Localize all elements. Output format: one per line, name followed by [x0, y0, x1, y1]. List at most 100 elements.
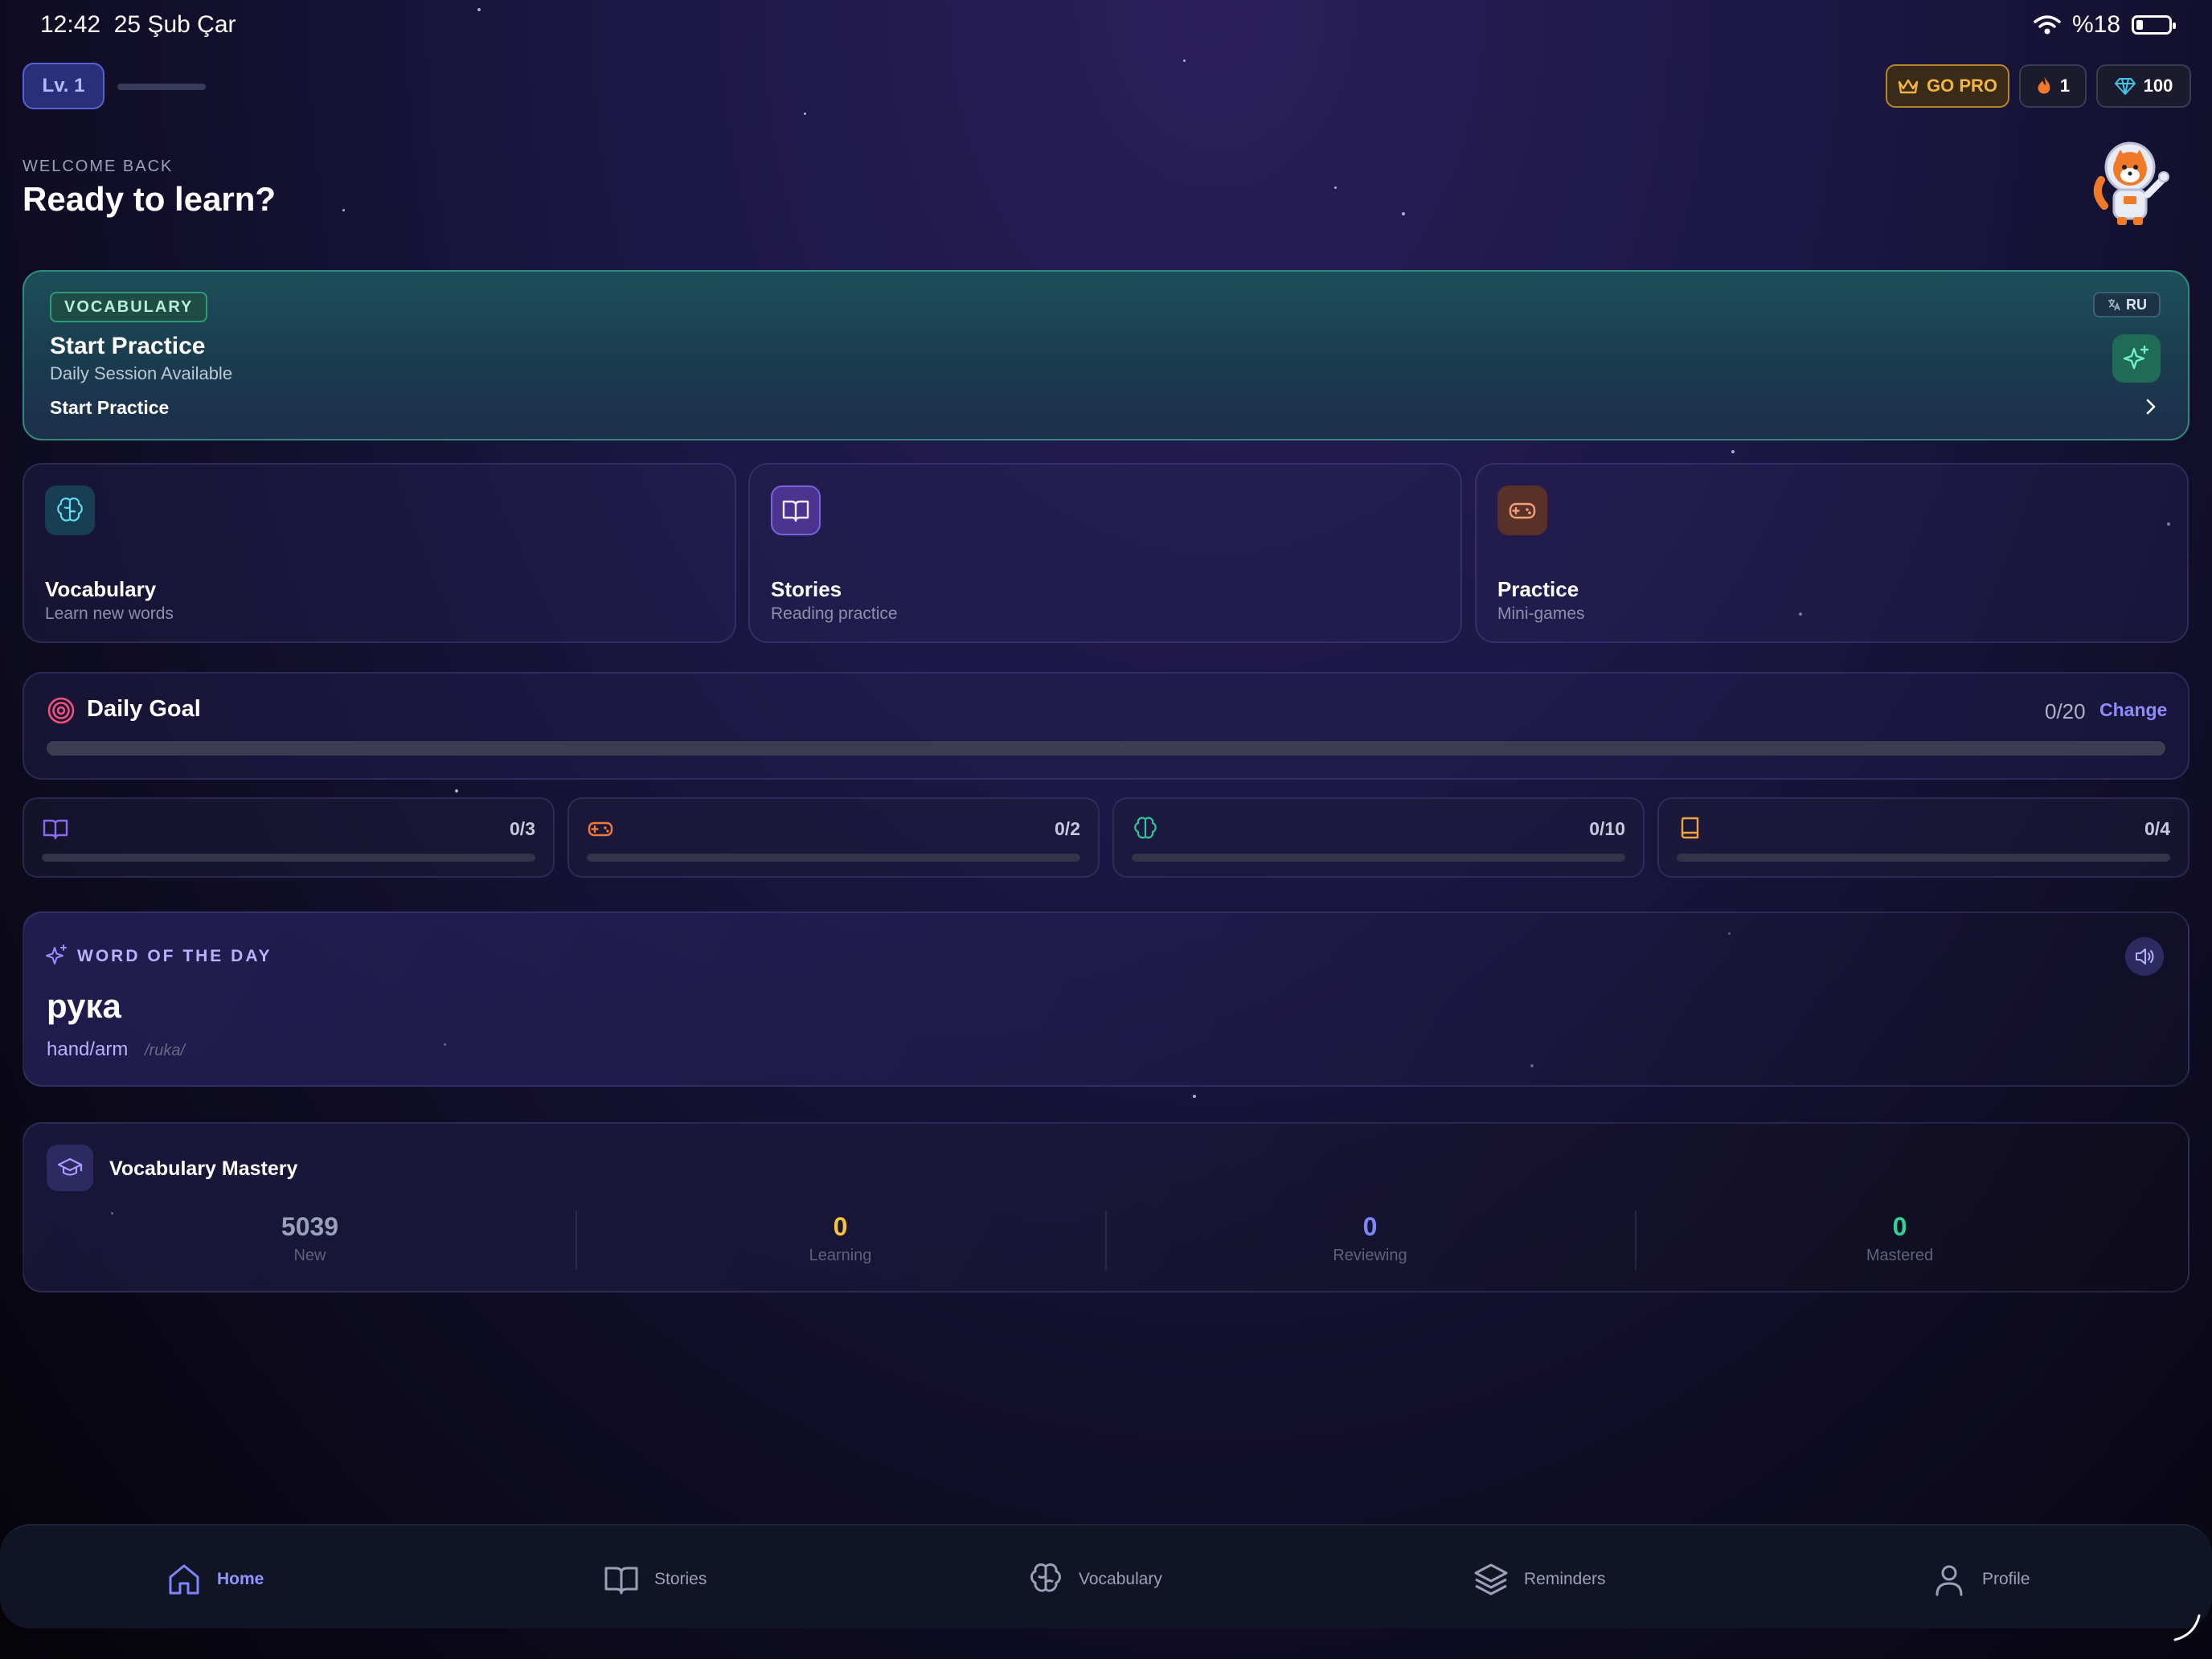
practice-subtitle: Daily Session Available [50, 363, 233, 383]
reading-goal-card[interactable]: 0/4 [1657, 797, 2189, 878]
category-badge: VOCABULARY [50, 292, 208, 322]
tile-subtitle: Learn new words [45, 604, 174, 623]
start-practice-link[interactable]: Start Practice [50, 397, 169, 419]
welcome-eyebrow: WELCOME BACK [23, 158, 174, 175]
tile-title: Stories [771, 577, 842, 601]
nav-label: Vocabulary [1079, 1570, 1162, 1588]
vocabulary-tile[interactable]: Vocabulary Learn new words [23, 463, 736, 643]
nav-reminders[interactable]: Reminders [1473, 1561, 1606, 1598]
nav-label: Home [217, 1570, 264, 1588]
book-open-icon [771, 485, 821, 535]
status-indicators: %18 [2034, 11, 2176, 39]
sparkles-icon [46, 944, 67, 965]
nav-vocabulary[interactable]: Vocabulary [1027, 1561, 1162, 1598]
word-of-the-day-card[interactable] [23, 911, 2189, 1087]
stat-reviewing: 0 Reviewing [1105, 1212, 1635, 1265]
chevron-right-icon[interactable] [2141, 397, 2161, 416]
nav-label: Profile [1982, 1570, 2030, 1588]
word-of-the-day-label: WORD OF THE DAY [77, 947, 272, 965]
translate-icon [2108, 299, 2120, 311]
mastery-title: Vocabulary Mastery [109, 1157, 298, 1180]
stat-label: Learning [809, 1247, 872, 1264]
stories-goal-card[interactable]: 0/3 [23, 797, 555, 878]
level-badge[interactable]: Lv. 1 [23, 63, 104, 109]
games-goal-count: 0/2 [1055, 818, 1080, 839]
stat-new: 5039 New [45, 1212, 575, 1265]
nav-label: Reminders [1524, 1570, 1606, 1588]
stat-label: Mastered [1866, 1247, 1934, 1264]
wifi-icon [2034, 15, 2061, 35]
daily-goal-count: 0/20 [2045, 699, 2086, 723]
gamepad-icon [588, 821, 613, 837]
nav-label: Stories [654, 1570, 707, 1588]
stat-label: New [293, 1247, 326, 1264]
nav-stories[interactable]: Stories [603, 1561, 707, 1598]
tile-title: Vocabulary [45, 577, 157, 601]
stat-mastered: 0 Mastered [1635, 1212, 2165, 1265]
brain-icon [45, 485, 95, 535]
stat-value: 5039 [281, 1212, 339, 1241]
language-code: RU [2126, 296, 2147, 313]
tile-title: Practice [1497, 577, 1579, 601]
diamond-icon [2114, 78, 2136, 95]
games-goal-card[interactable]: 0/2 [567, 797, 1100, 878]
stat-learning: 0 Learning [576, 1212, 1105, 1265]
play-audio-button[interactable] [2125, 937, 2164, 976]
practice-title: Start Practice [50, 333, 206, 359]
astronaut-fox-mascot[interactable] [2088, 137, 2172, 227]
language-badge[interactable]: RU [2093, 292, 2161, 317]
brain-icon [1134, 817, 1157, 839]
stat-value: 0 [1362, 1212, 1378, 1241]
graduation-cap-icon [47, 1145, 93, 1191]
user-icon [1936, 1565, 1963, 1596]
daily-goal-card [23, 672, 2189, 780]
stat-label: Reviewing [1333, 1247, 1407, 1264]
book-open-icon [604, 1567, 638, 1595]
flame-icon [2038, 76, 2050, 94]
target-icon [47, 697, 75, 724]
vocabulary-goal-card[interactable]: 0/10 [1112, 797, 1645, 878]
status-date: 25 Şub Çar [113, 11, 236, 38]
stories-goal-count: 0/3 [510, 818, 535, 839]
crown-icon [1898, 79, 1919, 94]
tile-subtitle: Mini-games [1497, 604, 1585, 623]
games-goal-progress-bar [587, 854, 1080, 862]
battery-icon [2132, 15, 2176, 35]
battery-percent: %18 [2071, 11, 2120, 38]
streak-count: 1 [2059, 76, 2071, 96]
brain-icon [1030, 1563, 1061, 1592]
sparkles-icon [2123, 345, 2149, 370]
book-open-icon [43, 819, 68, 840]
stories-goal-progress-bar [42, 854, 535, 862]
change-goal-button[interactable]: Change [2099, 699, 2167, 721]
nav-profile[interactable]: Profile [1931, 1561, 2030, 1598]
word-transliteration: /ruka/ [145, 1042, 186, 1059]
stories-tile[interactable]: Stories Reading practice [748, 463, 1462, 643]
start-practice-card[interactable] [23, 270, 2189, 440]
word: рука [47, 987, 121, 1025]
go-pro-button[interactable]: GO PRO [1886, 64, 2009, 108]
word-translation: hand/arm [47, 1038, 129, 1060]
vocabulary-goal-progress-bar [1132, 854, 1625, 862]
pencil-hover-indicator [2173, 1614, 2201, 1641]
gems-counter[interactable]: 100 [2096, 64, 2191, 108]
stat-value: 0 [833, 1212, 848, 1241]
gamepad-icon [1497, 485, 1547, 535]
status-time: 12:42 25 Şub Çar [40, 11, 236, 38]
tile-subtitle: Reading practice [771, 604, 898, 623]
gems-count: 100 [2143, 76, 2173, 96]
layers-icon [1474, 1563, 1508, 1596]
practice-tile[interactable]: Practice Mini-games [1475, 463, 2189, 643]
streak-counter[interactable]: 1 [2019, 64, 2087, 108]
reading-goal-count: 0/4 [2144, 818, 2170, 839]
xp-progress-bar [117, 84, 206, 90]
go-pro-label: GO PRO [1926, 76, 1997, 96]
nav-home[interactable]: Home [166, 1561, 264, 1598]
stat-value: 0 [1892, 1212, 1907, 1241]
sparkle-button[interactable] [2112, 334, 2161, 383]
speaker-icon [2136, 948, 2154, 965]
daily-goal-progress-bar [47, 741, 2165, 756]
reading-goal-progress-bar [1677, 854, 2170, 862]
book-icon [1681, 817, 1699, 839]
page-title: Ready to learn? [23, 180, 276, 218]
